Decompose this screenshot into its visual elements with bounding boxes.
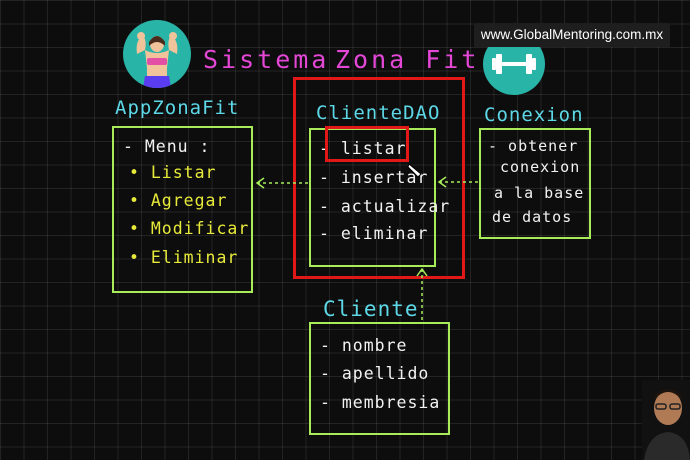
connector-arrows xyxy=(255,176,478,320)
arrowhead-dao-bottom xyxy=(416,267,428,277)
arrowhead-dao-right xyxy=(437,176,447,188)
pen-cursor-icon xyxy=(407,162,425,184)
presenter-avatar xyxy=(642,380,690,460)
arrowhead-app xyxy=(255,177,265,189)
